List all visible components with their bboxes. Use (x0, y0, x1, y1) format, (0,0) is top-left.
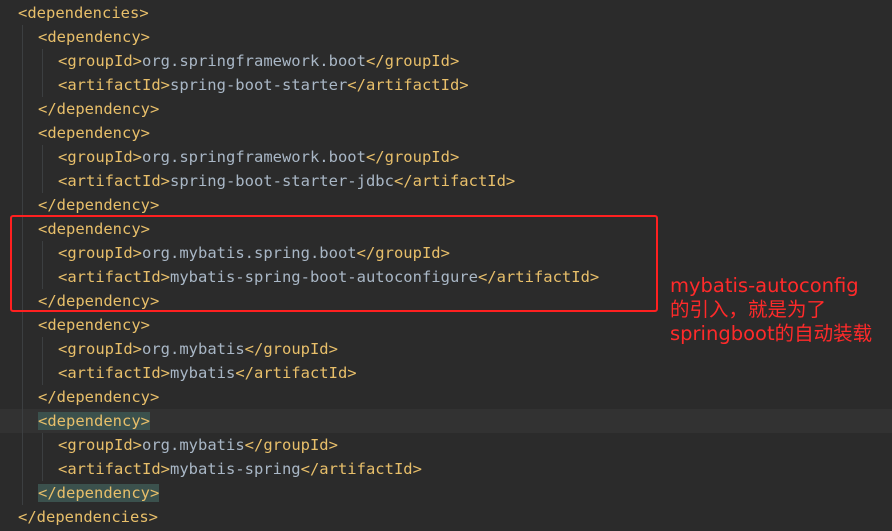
code-line[interactable]: <groupId>org.springframework.boot</group… (0, 49, 892, 73)
code-line[interactable]: <artifactId>spring-boot-starter-jdbc</ar… (0, 169, 892, 193)
code-content: <dependency> (38, 409, 150, 433)
xml-text-value: spring-boot-starter (169, 76, 348, 94)
code-line[interactable]: <groupId>org.springframework.boot</group… (0, 145, 892, 169)
xml-tag: </groupId> (365, 148, 460, 166)
xml-text-value: mybatis-spring (169, 460, 301, 478)
code-line[interactable]: <dependency> (0, 409, 892, 433)
indent-guide (22, 121, 23, 145)
xml-tag: <groupId> (58, 52, 142, 70)
xml-text-value: org.mybatis (142, 340, 245, 358)
code-line[interactable]: <dependency> (0, 25, 892, 49)
indent-guide (42, 145, 43, 169)
indent-guide (22, 433, 23, 457)
code-content: </dependency> (38, 97, 159, 121)
code-line[interactable]: <dependency> (0, 121, 892, 145)
indent-guide (22, 457, 23, 481)
code-content: </dependency> (38, 481, 160, 505)
xml-tag: </artifactId> (235, 364, 357, 382)
code-line[interactable]: </dependency> (0, 193, 892, 217)
code-line[interactable]: </dependency> (0, 481, 892, 505)
code-line[interactable]: </dependency> (0, 97, 892, 121)
xml-text-value: org.springframework.boot (142, 52, 366, 70)
code-content: <artifactId>spring-boot-starter</artifac… (58, 73, 469, 97)
code-content: <groupId>org.springframework.boot</group… (58, 49, 459, 73)
indent-guide (22, 313, 23, 337)
indent-guide (22, 337, 23, 361)
xml-tag: <artifactId> (58, 460, 170, 478)
indent-guide (42, 73, 43, 97)
indent-guide (42, 457, 43, 481)
indent-guide (22, 361, 23, 385)
code-content: </dependencies> (18, 505, 158, 529)
indent-guide (22, 481, 23, 505)
xml-tag: </dependency> (38, 100, 160, 118)
xml-text-value: org.mybatis (142, 436, 245, 454)
indent-guide (42, 433, 43, 457)
xml-tag: </groupId> (244, 340, 338, 358)
code-line[interactable]: <artifactId>mybatis-spring</artifactId> (0, 457, 892, 481)
code-line[interactable]: <artifactId>spring-boot-starter</artifac… (0, 73, 892, 97)
code-content: <dependency> (38, 313, 150, 337)
xml-tag: <dependency> (38, 316, 150, 334)
xml-tag: <artifactId> (58, 172, 170, 190)
annotation-line-1: mybatis-autoconfig (670, 274, 859, 297)
code-content: <dependency> (38, 121, 150, 145)
code-content: <artifactId>mybatis</artifactId> (58, 361, 357, 385)
code-line[interactable]: <artifactId>mybatis</artifactId> (0, 361, 892, 385)
xml-tag: <groupId> (58, 148, 142, 166)
code-content: <dependencies> (18, 1, 149, 25)
xml-text-value: spring-boot-starter-jdbc (169, 172, 394, 190)
indent-guide (22, 73, 23, 97)
annotation-line-2: 的引入，就是为了 (670, 298, 827, 321)
xml-tag: <artifactId> (58, 76, 170, 94)
indent-guide (22, 97, 23, 121)
indent-guide (22, 169, 23, 193)
code-content: <artifactId>mybatis-spring</artifactId> (58, 457, 422, 481)
annotation-note: mybatis-autoconfig 的引入，就是为了 springboot的自… (670, 274, 872, 346)
xml-tag: </artifactId> (347, 76, 469, 94)
indent-guide (42, 361, 43, 385)
code-content: <dependency> (38, 25, 150, 49)
indent-guide (22, 193, 23, 217)
indent-guide (22, 25, 23, 49)
xml-text-value: mybatis (169, 364, 236, 382)
annotation-highlight-box (10, 215, 658, 312)
xml-tag: </artifactId> (393, 172, 516, 190)
code-content: <groupId>org.mybatis</groupId> (58, 433, 338, 457)
xml-tag: <groupId> (58, 340, 142, 358)
indent-guide (42, 49, 43, 73)
xml-tag: <dependencies> (18, 4, 149, 22)
indent-guide (42, 337, 43, 361)
xml-tag: <artifactId> (58, 364, 170, 382)
code-line[interactable]: </dependency> (0, 385, 892, 409)
indent-guide (22, 385, 23, 409)
xml-tag: </dependencies> (18, 508, 158, 526)
xml-tag-matched: </dependency> (38, 484, 160, 502)
code-line[interactable]: </dependencies> (0, 505, 892, 529)
code-content: <artifactId>spring-boot-starter-jdbc</ar… (58, 169, 515, 193)
indent-guide (22, 49, 23, 73)
xml-tag: <dependency> (38, 124, 150, 142)
xml-text-value: org.springframework.boot (142, 148, 366, 166)
code-line[interactable]: <groupId>org.mybatis</groupId> (0, 433, 892, 457)
xml-tag: </dependency> (38, 388, 160, 406)
code-content: <groupId>org.springframework.boot</group… (58, 145, 459, 169)
xml-tag: </dependency> (38, 196, 160, 214)
xml-tag: </groupId> (244, 436, 338, 454)
indent-guide (42, 169, 43, 193)
code-content: </dependency> (38, 193, 159, 217)
indent-guide (22, 145, 23, 169)
code-content: </dependency> (38, 385, 159, 409)
xml-tag: <dependency> (38, 28, 150, 46)
xml-tag: <groupId> (58, 436, 142, 454)
annotation-line-3: springboot的自动装载 (670, 322, 873, 345)
indent-guide (22, 409, 23, 433)
code-content: <groupId>org.mybatis</groupId> (58, 337, 338, 361)
code-line[interactable]: <dependencies> (0, 1, 892, 25)
xml-tag-matched: <dependency> (38, 412, 150, 430)
xml-tag: </groupId> (365, 52, 460, 70)
xml-tag: </artifactId> (300, 460, 422, 478)
